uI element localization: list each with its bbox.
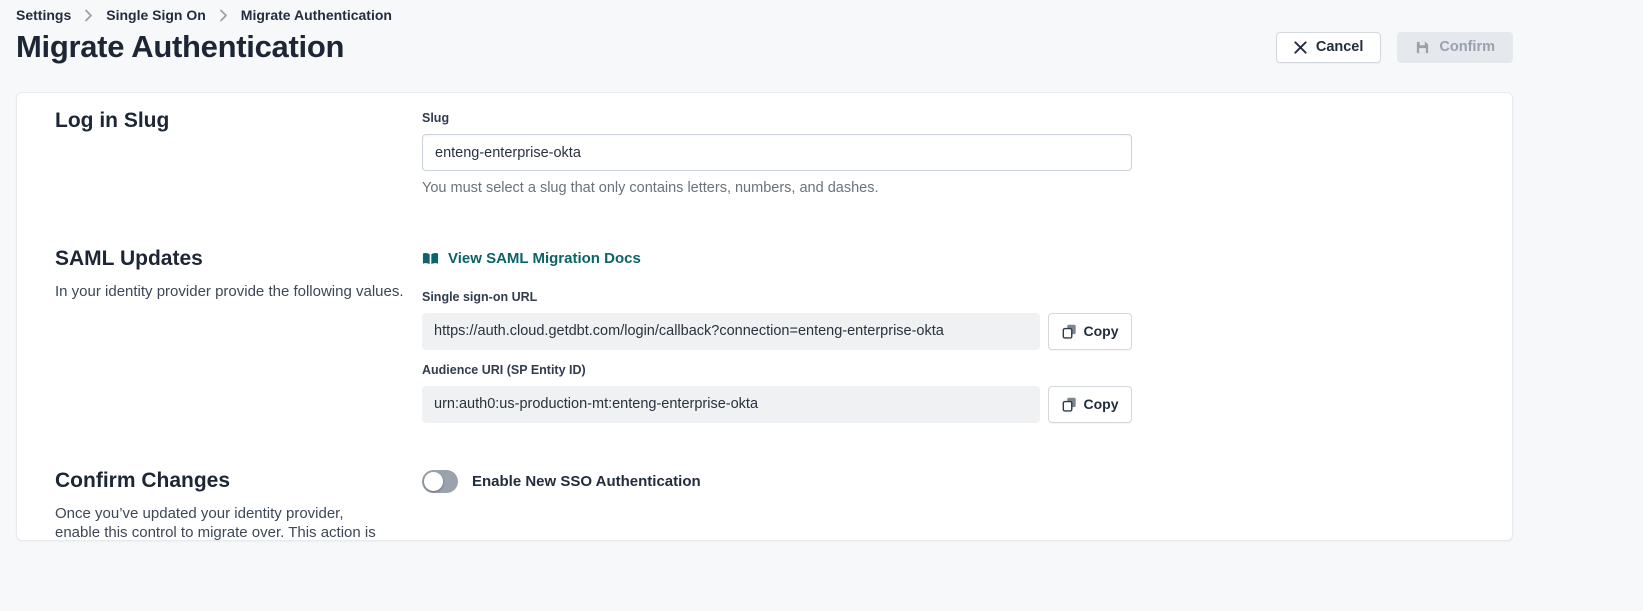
saml-updates-heading: SAML Updates xyxy=(55,244,422,274)
chevron-right-icon xyxy=(84,9,93,22)
sso-url-block: Single sign-on URL https://auth.cloud.ge… xyxy=(422,290,1132,350)
slug-input[interactable] xyxy=(422,134,1132,171)
enable-sso-toggle[interactable] xyxy=(422,470,458,493)
cancel-button[interactable]: Cancel xyxy=(1276,32,1382,63)
x-icon xyxy=(1294,41,1307,54)
sso-toggle-row: Enable New SSO Authentication xyxy=(422,470,1132,493)
audience-uri-label: Audience URI (SP Entity ID) xyxy=(422,363,1132,378)
login-slug-heading: Log in Slug xyxy=(55,106,422,136)
breadcrumb-item-settings[interactable]: Settings xyxy=(16,7,71,23)
audience-uri-copy-button[interactable]: Copy xyxy=(1048,386,1132,423)
page-header: Migrate Authentication Cancel Confirm xyxy=(16,29,1513,65)
confirm-button-label: Confirm xyxy=(1439,39,1495,55)
breadcrumb: Settings Single Sign On Migrate Authenti… xyxy=(16,0,1513,23)
confirm-button[interactable]: Confirm xyxy=(1397,32,1513,63)
saml-updates-description: In your identity provider provide the fo… xyxy=(55,282,422,301)
confirm-changes-description: Once you’ve updated your identity provid… xyxy=(55,504,390,542)
sso-url-label: Single sign-on URL xyxy=(422,290,1132,305)
slug-field-label: Slug xyxy=(422,111,1132,126)
toggle-knob xyxy=(424,472,443,491)
audience-uri-block: Audience URI (SP Entity ID) urn:auth0:us… xyxy=(422,363,1132,423)
copy-button-label: Copy xyxy=(1084,323,1119,339)
docs-link-label: View SAML Migration Docs xyxy=(448,250,641,267)
header-actions: Cancel Confirm xyxy=(1276,32,1513,63)
copy-icon xyxy=(1062,324,1077,339)
audience-uri-value[interactable]: urn:auth0:us-production-mt:enteng-enterp… xyxy=(422,386,1040,423)
view-saml-migration-docs-link[interactable]: View SAML Migration Docs xyxy=(422,250,641,267)
confirm-changes-heading: Confirm Changes xyxy=(55,466,422,496)
section-saml-updates: SAML Updates In your identity provider p… xyxy=(55,244,1474,423)
breadcrumb-item-current: Migrate Authentication xyxy=(241,7,392,23)
page-title: Migrate Authentication xyxy=(16,29,344,65)
chevron-right-icon xyxy=(219,9,228,22)
slug-helper-text: You must select a slug that only contain… xyxy=(422,180,1132,196)
sso-url-value[interactable]: https://auth.cloud.getdbt.com/login/call… xyxy=(422,313,1040,350)
cancel-button-label: Cancel xyxy=(1316,39,1364,55)
copy-icon xyxy=(1062,397,1077,412)
section-login-slug: Log in Slug Slug You must select a slug … xyxy=(55,106,1474,196)
sso-url-copy-button[interactable]: Copy xyxy=(1048,313,1132,350)
page: Settings Single Sign On Migrate Authenti… xyxy=(16,0,1513,541)
section-confirm-changes: Confirm Changes Once you’ve updated your… xyxy=(55,466,1474,542)
save-icon xyxy=(1415,40,1430,55)
copy-button-label: Copy xyxy=(1084,396,1119,412)
settings-card: Log in Slug Slug You must select a slug … xyxy=(16,92,1513,541)
breadcrumb-item-single-sign-on[interactable]: Single Sign On xyxy=(106,7,206,23)
enable-sso-toggle-label: Enable New SSO Authentication xyxy=(472,473,701,490)
open-book-icon xyxy=(422,252,439,266)
